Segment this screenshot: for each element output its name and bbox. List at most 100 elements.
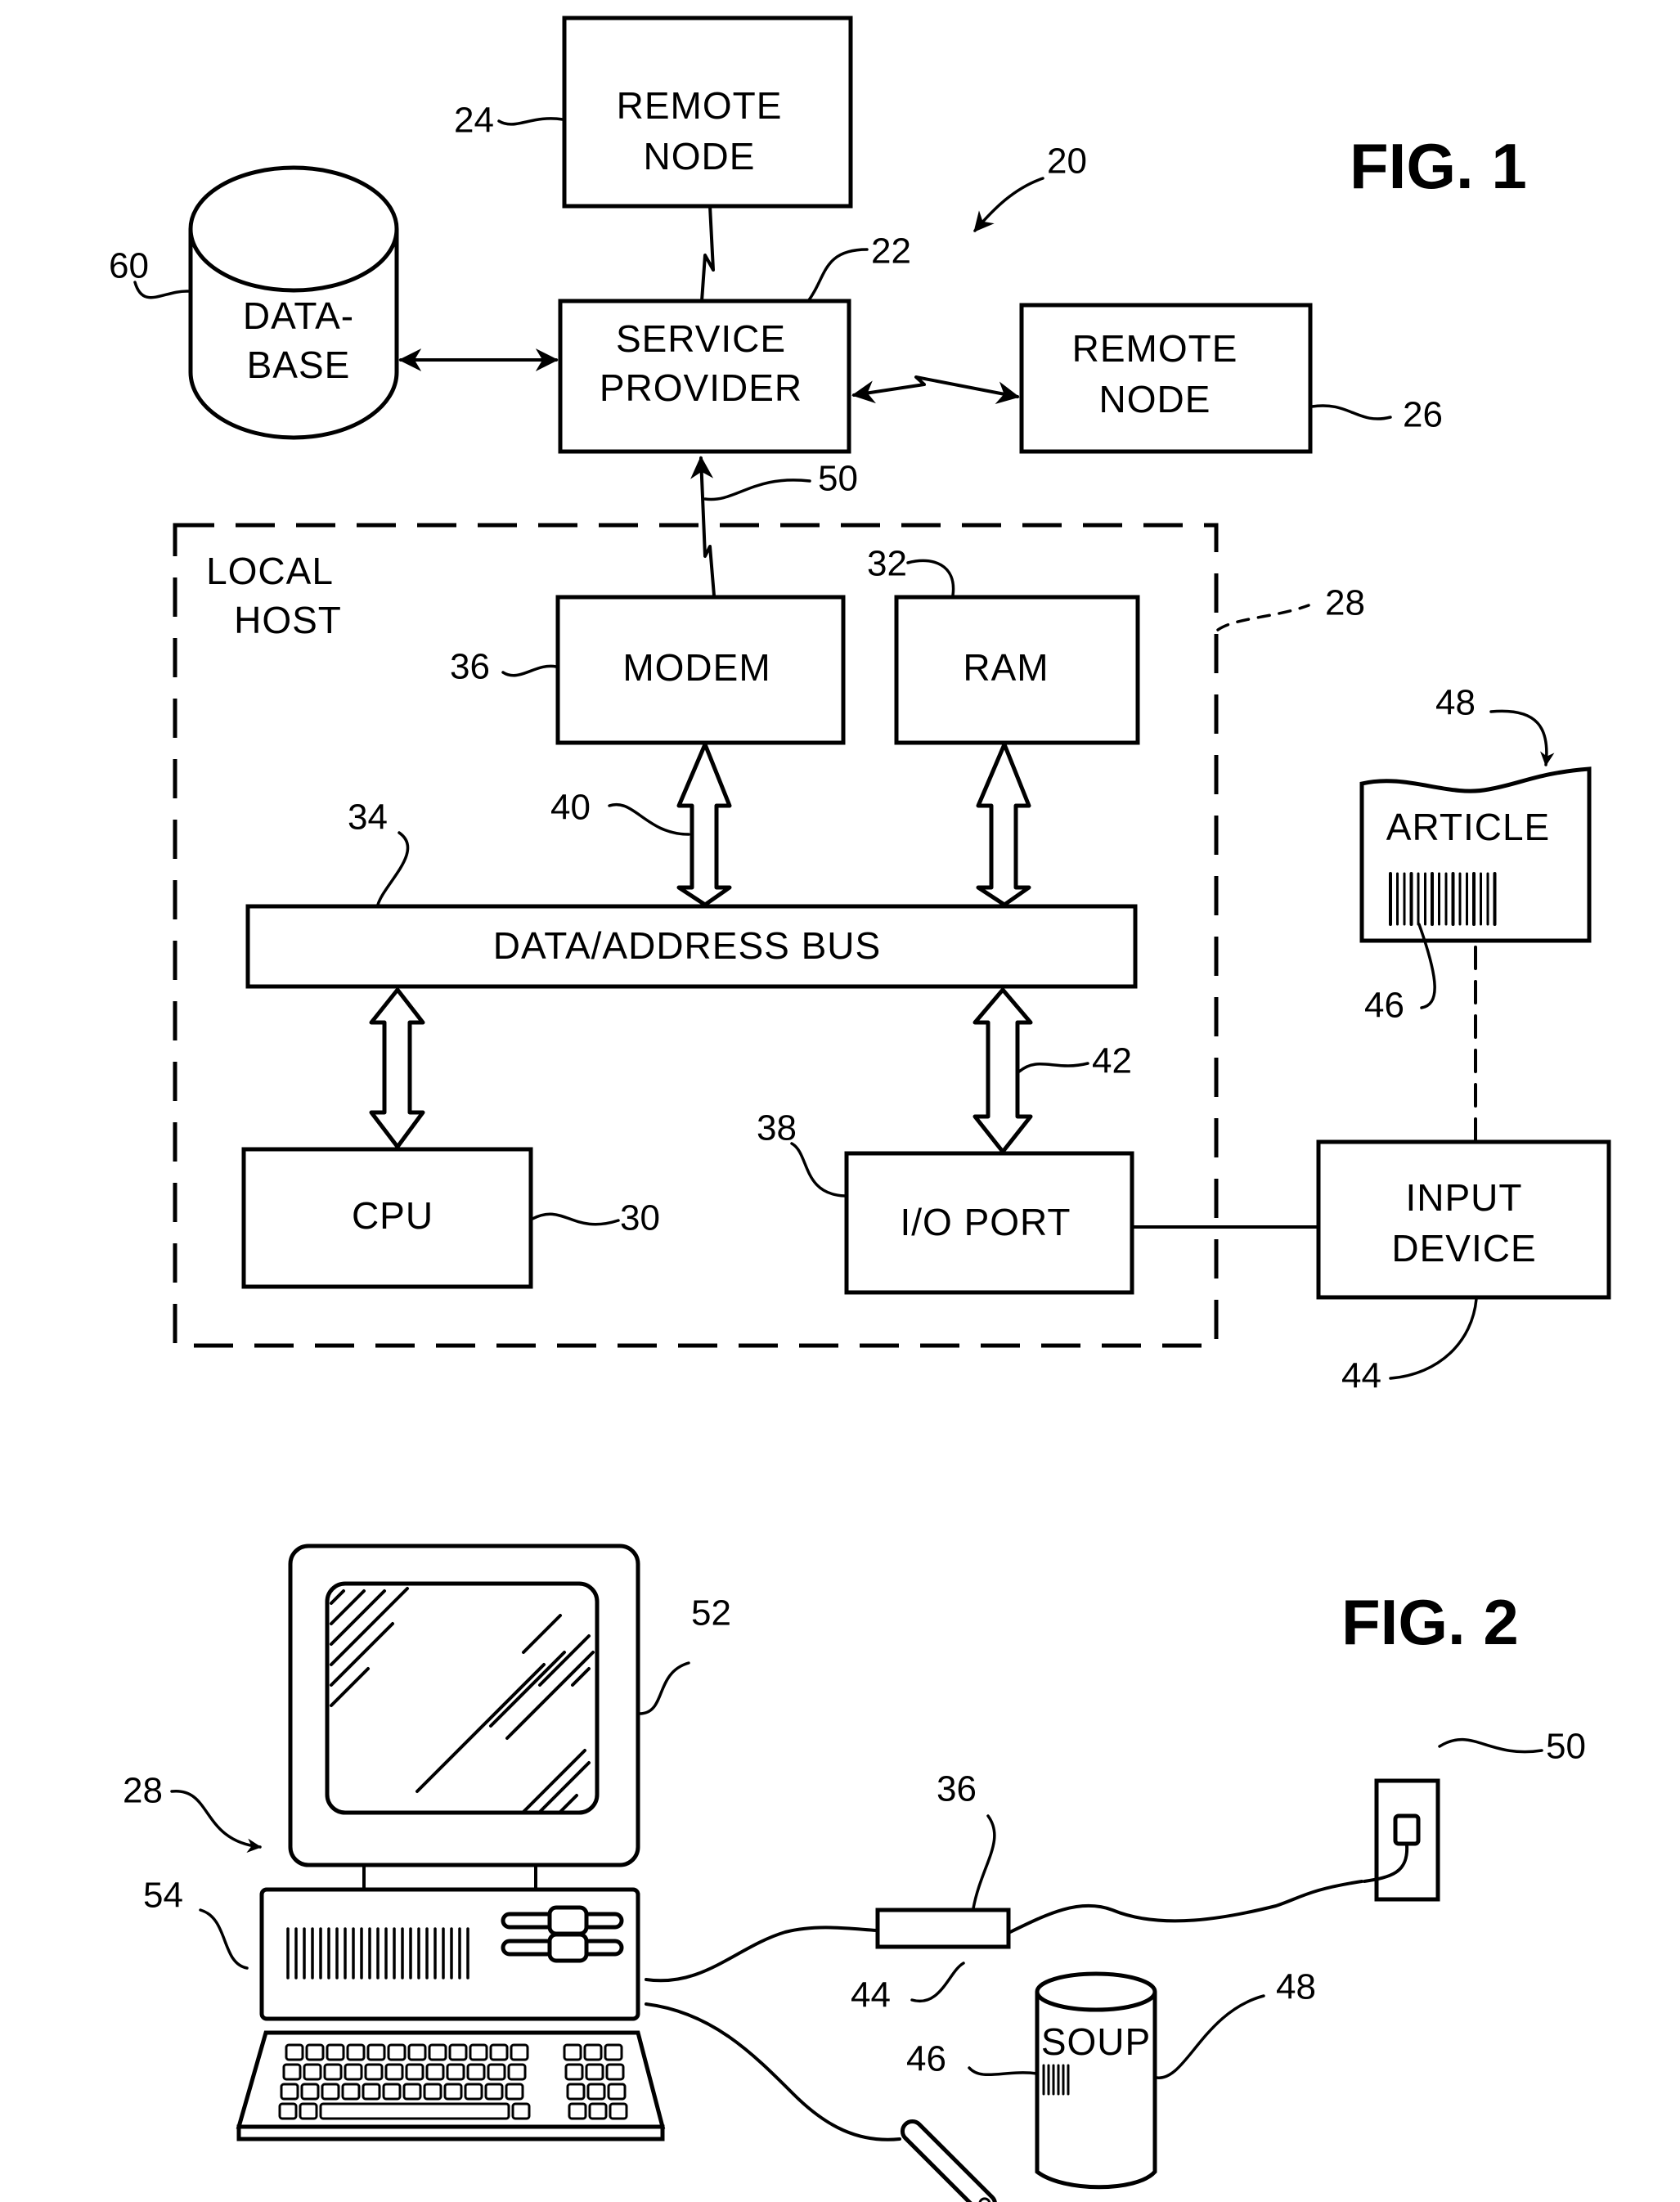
key [586, 2083, 606, 2101]
local-host-line2: HOST [234, 599, 342, 641]
input-device-ref: 44 [1341, 1356, 1381, 1396]
key [583, 2043, 603, 2061]
io-port: I/O PORT 38 [757, 1108, 1134, 1295]
leader-line [1310, 404, 1392, 420]
key [402, 2083, 422, 2101]
wall-jack: 50 [1363, 1727, 1586, 1902]
key [346, 2043, 366, 2061]
computer-ref: 28 [123, 1771, 163, 1811]
key [384, 2063, 404, 2081]
ref-arrow [973, 177, 1044, 232]
service-provider-ref: 22 [871, 231, 911, 272]
key [563, 2043, 582, 2061]
leader-line [906, 559, 955, 597]
key [300, 2083, 320, 2101]
system-ref-20: 20 [973, 142, 1087, 232]
leader-line [910, 1962, 965, 2003]
io-bus-arrow: 42 [973, 987, 1132, 1154]
key [487, 2063, 506, 2081]
leader-line [972, 1814, 996, 1910]
database-line1: DATA- [243, 294, 354, 337]
leader-line [790, 1142, 847, 1198]
leader-line [638, 1661, 690, 1715]
remote-node-top-line1: REMOTE [617, 84, 783, 127]
modem-bus-arrow: 40 [550, 742, 732, 907]
ram-label: RAM [963, 646, 1049, 689]
remote-node-top: REMOTE NODE 24 [454, 16, 853, 209]
key [489, 2043, 509, 2061]
ram-bus-arrow [976, 742, 1031, 907]
cpu-label: CPU [352, 1194, 433, 1237]
io-port-label: I/O PORT [900, 1201, 1071, 1243]
input-device-box [1316, 1139, 1611, 1300]
modem-wall-cable [1008, 1880, 1363, 1934]
keyboard-front-edge [236, 2124, 665, 2141]
wand-icon [900, 2119, 998, 2202]
computer-modem-cable [645, 1926, 878, 1983]
modem-link-ref: 50 [818, 459, 858, 499]
computer-wand-cable [645, 2002, 901, 2141]
key [282, 2063, 302, 2081]
leader-line [608, 802, 690, 836]
modem-service-link [690, 456, 716, 597]
leader-line [497, 117, 564, 126]
leader-line [1438, 1737, 1543, 1754]
key [326, 2043, 345, 2061]
leader-line [531, 1212, 620, 1226]
local-host-ref: 28 [1325, 583, 1365, 623]
can-ref: 48 [1276, 1967, 1316, 2007]
key [568, 2102, 587, 2120]
keyboard-ref: 54 [143, 1876, 183, 1916]
key [285, 2043, 304, 2061]
leader-line [1155, 1994, 1265, 2079]
key [464, 2083, 483, 2101]
key [407, 2043, 427, 2061]
key [443, 2083, 463, 2101]
patent-drawing: FIG. 1 20 REMOTE NODE 24 SERVICE PROVIDE… [109, 16, 1611, 2202]
key [387, 2043, 407, 2061]
input-device-line1: INPUT [1406, 1176, 1523, 1219]
wand-ref: 44 [851, 1975, 891, 2016]
remote-node-right: REMOTE NODE 26 [1019, 303, 1443, 454]
figure-2-title: FIG. 2 [1341, 1586, 1519, 1658]
key [607, 2083, 627, 2101]
key [405, 2063, 424, 2081]
io-bus-ref: 42 [1092, 1041, 1132, 1081]
leader-line [376, 831, 410, 906]
key [609, 2102, 628, 2120]
external-modem-box [875, 1908, 1011, 1949]
disk-drive-latch [547, 1905, 589, 1936]
link-remote24-service [700, 204, 715, 303]
cpu-ref: 30 [620, 1198, 660, 1238]
can-top [1035, 1971, 1157, 2012]
key [585, 2063, 604, 2081]
modem-bus-ref: 40 [550, 788, 591, 828]
key [299, 2102, 318, 2120]
external-modem-ref: 36 [937, 1769, 977, 1809]
leader-line [1216, 604, 1310, 631]
can-barcode-ref: 46 [906, 2039, 946, 2079]
external-modem: 36 [875, 1769, 1011, 1949]
key [446, 2063, 465, 2081]
key [588, 2102, 608, 2120]
local-host-line1: LOCAL [206, 550, 334, 592]
key [278, 2102, 298, 2120]
input-device-line2: DEVICE [1391, 1227, 1536, 1270]
key [319, 2102, 510, 2120]
leader-line [1389, 1297, 1478, 1380]
remote-node-top-ref: 24 [454, 101, 494, 141]
remote-node-right-line1: REMOTE [1072, 327, 1238, 370]
key [566, 2083, 586, 2101]
figure-2: FIG. 2 52 28 54 36 50 44 SOUP 48 46 [123, 1544, 1586, 2202]
remote-node-right-ref: 26 [1403, 395, 1443, 435]
service-provider: SERVICE PROVIDER 22 [558, 231, 911, 454]
key [362, 2083, 381, 2101]
key [341, 2083, 361, 2101]
ref-label: 20 [1047, 142, 1087, 182]
key [425, 2063, 445, 2081]
key [428, 2043, 447, 2061]
barcode-ref: 46 [1364, 986, 1404, 1026]
ram-ref: 32 [867, 544, 907, 584]
key [466, 2063, 486, 2081]
soup-can: SOUP 48 46 [906, 1967, 1316, 2190]
